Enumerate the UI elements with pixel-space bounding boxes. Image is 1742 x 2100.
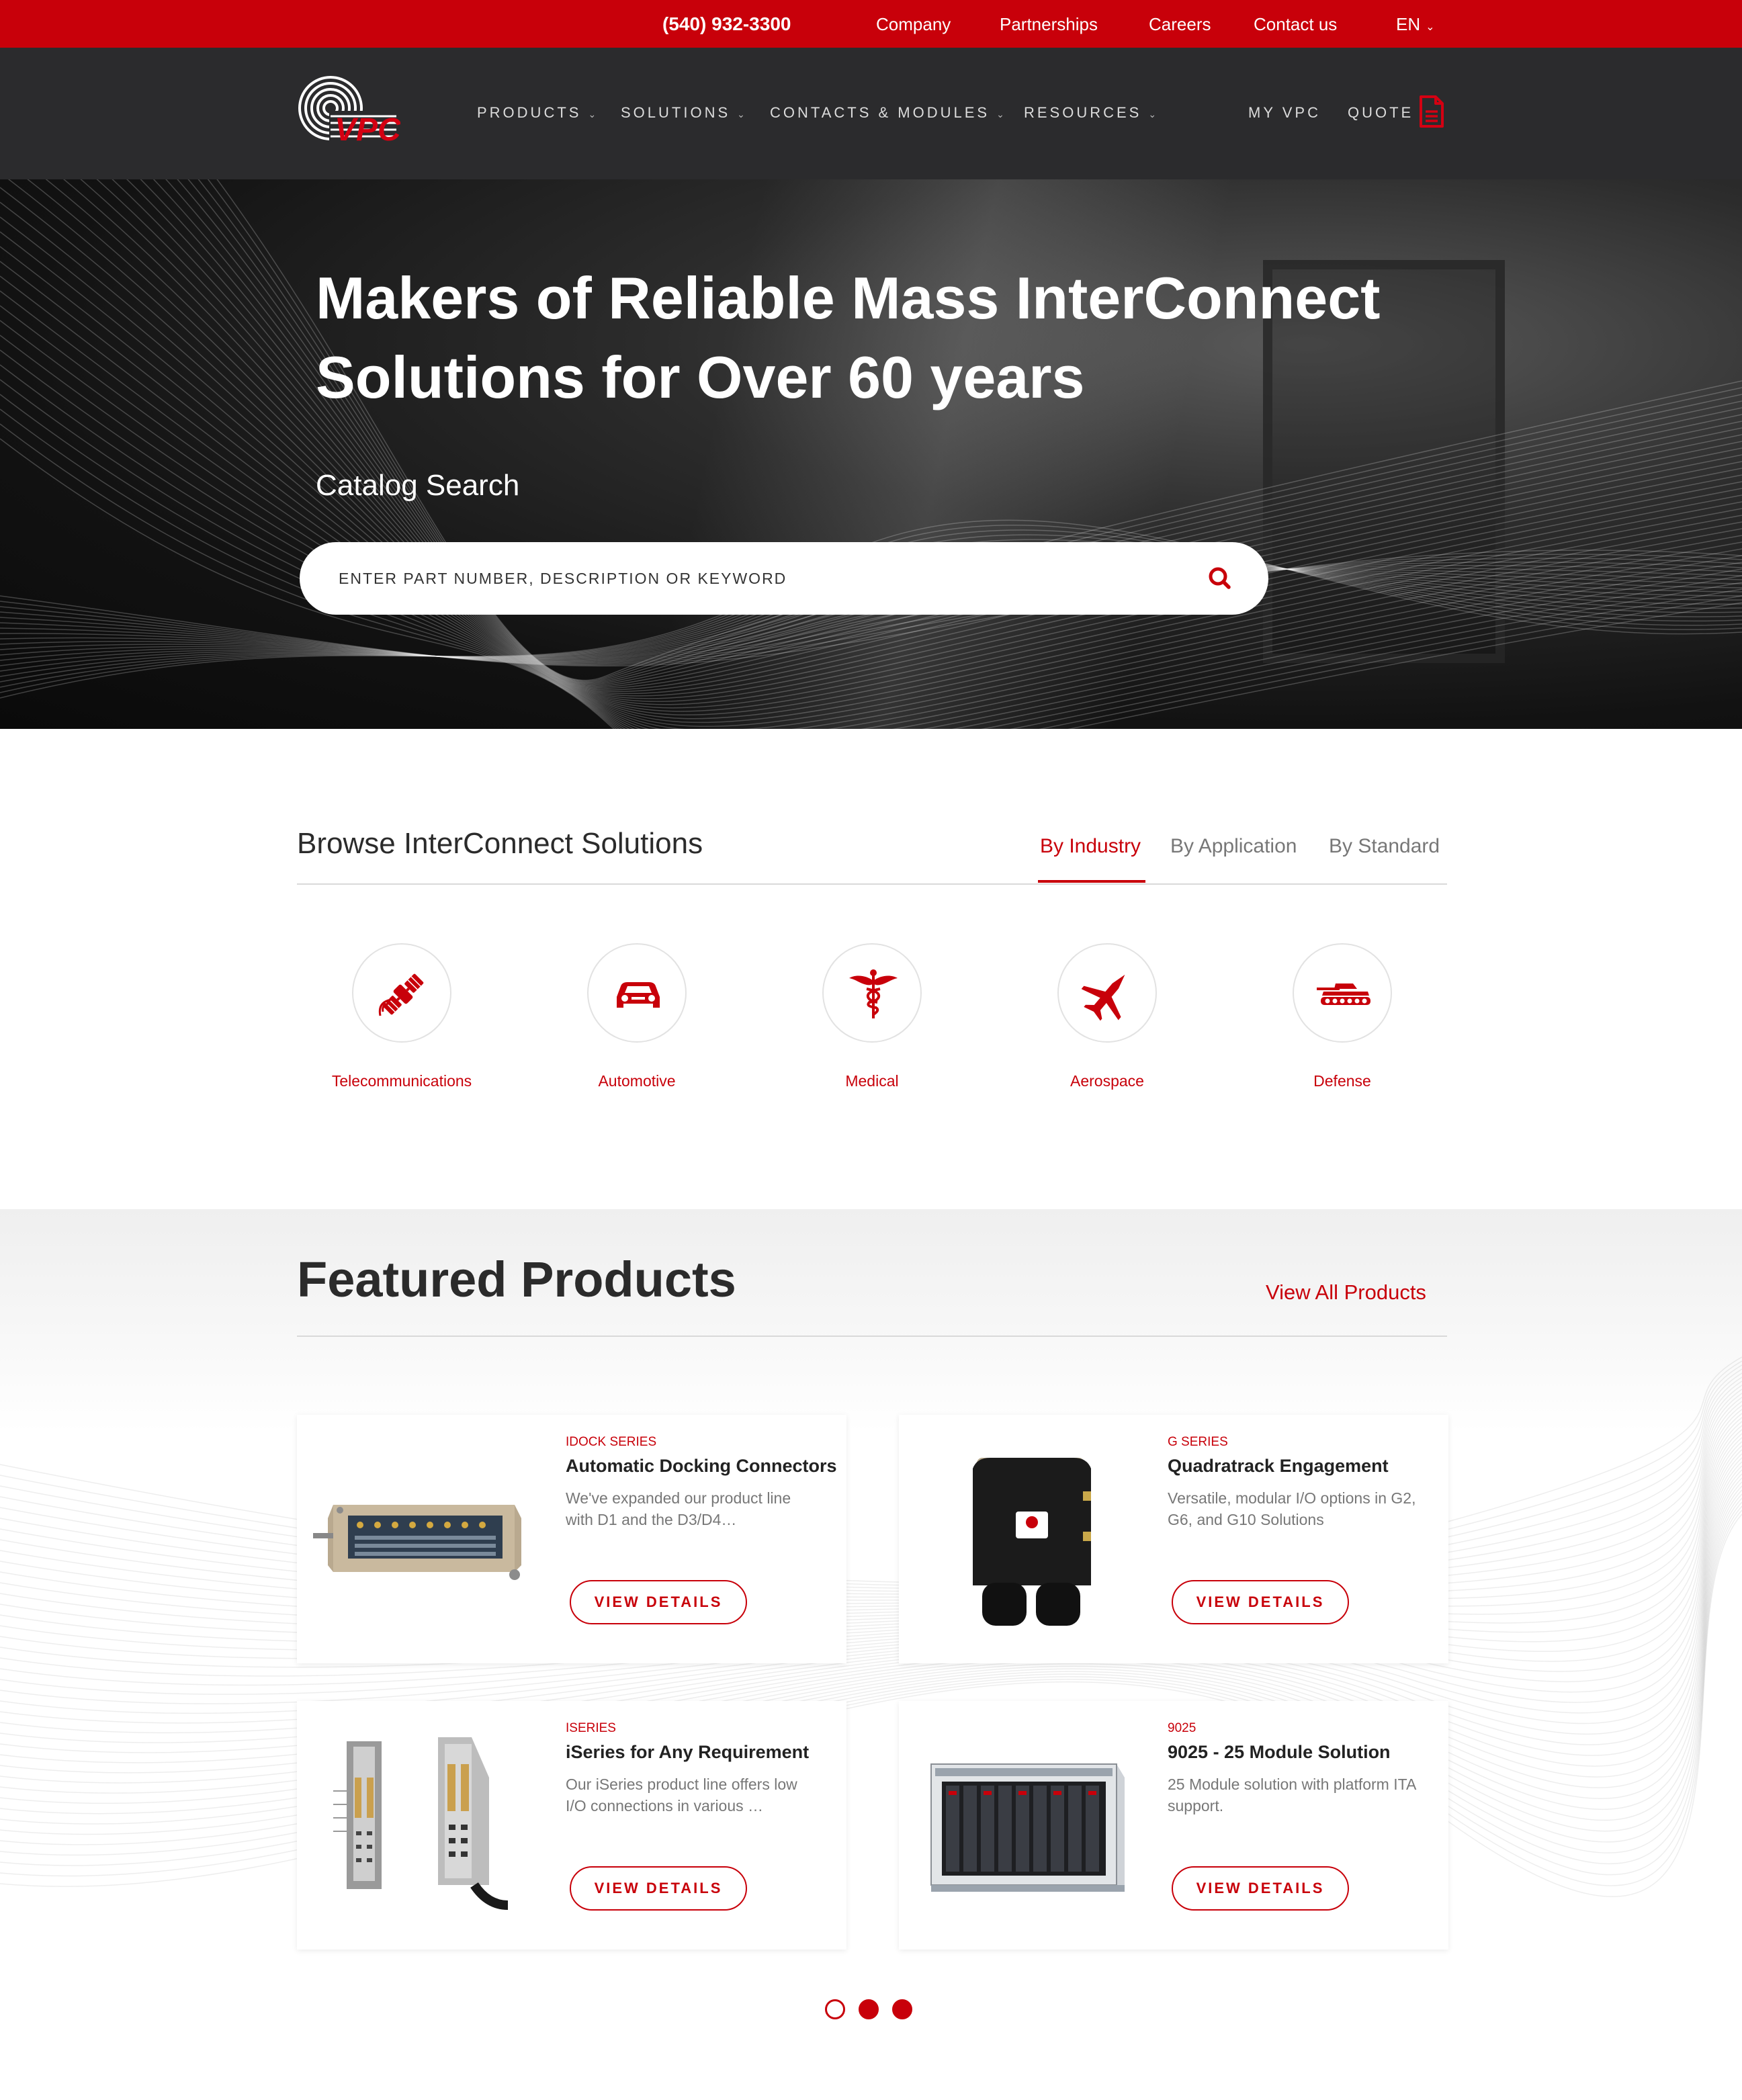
tab-by-application[interactable]: By Application xyxy=(1170,833,1297,860)
product-series: 9025 xyxy=(1168,1721,1196,1735)
active-tab-indicator xyxy=(1038,880,1145,883)
nav-products[interactable]: PRODUCTS ⌄ xyxy=(477,101,596,126)
hero-headline-line2: Solutions for Over 60 years xyxy=(316,344,1085,410)
nav-solutions[interactable]: SOLUTIONS ⌄ xyxy=(621,101,745,126)
carousel-pagination xyxy=(825,1999,919,2022)
industry-label: Aerospace xyxy=(1070,1072,1144,1090)
product-title: 9025 - 25 Module Solution xyxy=(1168,1742,1391,1762)
chevron-down-icon: ⌄ xyxy=(996,109,1004,120)
industry-label: Defense xyxy=(1313,1072,1371,1090)
nav-resources-label: RESOURCES xyxy=(1024,104,1142,121)
my-vpc-link[interactable]: MY VPC xyxy=(1248,101,1321,124)
main-navigation: VPC PRODUCTS ⌄ SOLUTIONS ⌄ CONTACTS & MODU… xyxy=(0,48,1742,179)
nav-resources[interactable]: RESOURCES ⌄ xyxy=(1024,101,1156,126)
product-card-iseries: ISERIES iSeries for Any Requirement Our … xyxy=(297,1701,846,1950)
product-description: Versatile, modular I/O options in G2, G6… xyxy=(1168,1489,1416,1528)
featured-products-title: Featured Products xyxy=(297,1252,736,1307)
nav-contacts-modules-label: CONTACTS & MODULES xyxy=(770,104,990,121)
company-link[interactable]: Company xyxy=(876,12,951,36)
industry-telecommunications[interactable]: Telecommunications xyxy=(314,943,489,1098)
product-title: iSeries for Any Requirement xyxy=(566,1742,810,1762)
quadratrack-receiver-image xyxy=(973,1458,1091,1626)
partnerships-link[interactable]: Partnerships xyxy=(1000,12,1098,36)
tab-by-standard[interactable]: By Standard xyxy=(1329,833,1440,860)
chevron-down-icon: ⌄ xyxy=(588,109,597,120)
nav-products-label: PRODUCTS xyxy=(477,104,582,121)
carousel-dot-2[interactable] xyxy=(859,1999,879,2019)
product-description: Our iSeries product line offers low I/O … xyxy=(566,1776,797,1814)
catalog-search-box xyxy=(300,542,1268,615)
industry-aerospace[interactable]: Aerospace xyxy=(1020,943,1194,1098)
industry-defense[interactable]: Defense xyxy=(1255,943,1430,1098)
view-all-products-link[interactable]: View All Products xyxy=(1266,1279,1426,1306)
industry-medical[interactable]: Medical xyxy=(785,943,959,1098)
hero-headline-line1: Makers of Reliable Mass InterConnect xyxy=(316,265,1381,331)
industry-label: Medical xyxy=(845,1072,899,1090)
satellite-icon xyxy=(378,973,424,1016)
catalog-search-input[interactable] xyxy=(339,562,1145,595)
tank-icon xyxy=(1317,983,1370,1005)
industry-label: Automotive xyxy=(598,1072,676,1090)
industry-icon-circle xyxy=(1293,943,1392,1043)
browse-divider xyxy=(297,883,1447,885)
chevron-down-icon: ⌄ xyxy=(1426,21,1435,33)
industry-icon-circle xyxy=(352,943,451,1043)
view-details-button[interactable]: VIEW DETAILS xyxy=(570,1580,747,1624)
browse-section-title: Browse InterConnect Solutions xyxy=(297,827,703,860)
product-card-9025: 9025 9025 - 25 Module Solution 25 Module… xyxy=(899,1701,1448,1950)
nav-contacts-modules[interactable]: CONTACTS & MODULES ⌄ xyxy=(770,101,1004,126)
product-card-idock: IDOCK SERIES Automatic Docking Connector… xyxy=(297,1415,846,1663)
product-description: We've expanded our product line with D1 … xyxy=(566,1489,791,1528)
chevron-down-icon: ⌄ xyxy=(1148,109,1157,120)
industry-icon-circle xyxy=(822,943,922,1043)
utility-bar: (540) 932-3300 Company Partnerships Care… xyxy=(0,0,1742,48)
featured-divider xyxy=(297,1336,1447,1337)
docking-connector-image xyxy=(313,1505,521,1580)
tab-by-industry[interactable]: By Industry xyxy=(1040,833,1141,860)
car-icon xyxy=(617,982,660,1008)
language-label: EN xyxy=(1396,14,1421,34)
view-details-button[interactable]: VIEW DETAILS xyxy=(1172,1866,1349,1911)
product-title: Quadratrack Engagement xyxy=(1168,1456,1389,1476)
nav-solutions-label: SOLUTIONS xyxy=(621,104,731,121)
product-card-g-series: G SERIES Quadratrack Engagement Versatil… xyxy=(899,1415,1448,1663)
product-series: G SERIES xyxy=(1168,1435,1228,1449)
product-series: ISERIES xyxy=(566,1721,616,1735)
quote-link[interactable]: QUOTE xyxy=(1348,101,1413,124)
industry-automotive[interactable]: Automotive xyxy=(550,943,724,1098)
chevron-down-icon: ⌄ xyxy=(737,109,745,120)
search-icon[interactable] xyxy=(1204,562,1236,595)
industry-label: Telecommunications xyxy=(331,1072,472,1090)
jet-icon xyxy=(1082,974,1125,1021)
iseries-modules-image xyxy=(333,1737,509,1910)
hero-banner: Makers of Reliable Mass InterConnect Sol… xyxy=(0,179,1742,729)
product-description: 25 Module solution with platform ITA sup… xyxy=(1168,1776,1416,1814)
product-title: Automatic Docking Connectors xyxy=(566,1456,837,1476)
featured-products-section: Featured Products View All Products IDOC… xyxy=(0,1209,1742,2100)
phone-link[interactable]: (540) 932-3300 xyxy=(662,12,791,36)
catalog-search-label: Catalog Search xyxy=(316,469,520,502)
view-details-button[interactable]: VIEW DETAILS xyxy=(570,1866,747,1911)
careers-link[interactable]: Careers xyxy=(1149,12,1211,36)
document-icon[interactable] xyxy=(1419,95,1444,128)
module-rack-image xyxy=(930,1763,1125,1892)
industry-icon-circle xyxy=(587,943,687,1043)
featured-wave-lines xyxy=(0,1356,1742,1898)
vpc-logo[interactable]: VPC xyxy=(296,75,400,147)
view-details-button[interactable]: VIEW DETAILS xyxy=(1172,1580,1349,1624)
industry-icon-circle xyxy=(1057,943,1157,1043)
hero-headline: Makers of Reliable Mass InterConnect Sol… xyxy=(316,259,1525,417)
logo-text: VPC xyxy=(335,112,400,147)
contact-us-link[interactable]: Contact us xyxy=(1254,12,1337,36)
language-selector[interactable]: EN ⌄ xyxy=(1396,12,1435,40)
product-series: IDOCK SERIES xyxy=(566,1435,657,1449)
caduceus-icon xyxy=(849,969,898,1018)
carousel-dot-3[interactable] xyxy=(892,1999,912,2019)
carousel-dot-1[interactable] xyxy=(825,1999,845,2019)
